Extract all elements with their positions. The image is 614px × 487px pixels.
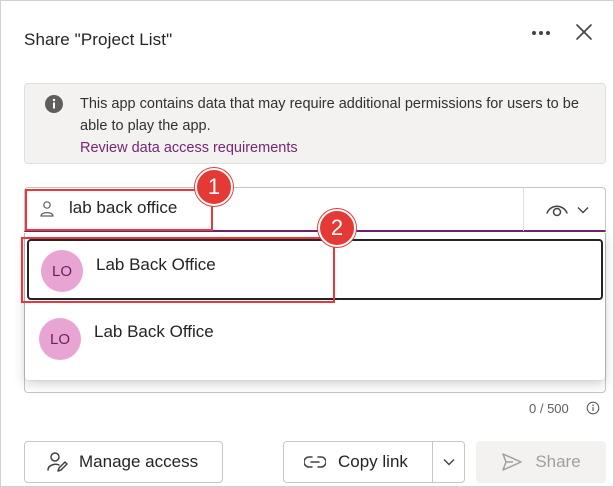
dialog-title: Share "Project List": [24, 30, 173, 49]
people-picker[interactable]: [24, 187, 606, 232]
review-data-access-link[interactable]: Review data access requirements: [80, 137, 590, 159]
callout-badge-1: 1: [195, 168, 233, 206]
close-icon: [576, 24, 592, 40]
suggestion-name: Lab Back Office: [94, 322, 214, 341]
suggestion-name: Lab Back Office: [96, 255, 216, 274]
info-icon: [45, 95, 63, 113]
eye-icon: [546, 205, 568, 217]
copy-link-button[interactable]: Copy link: [283, 441, 433, 483]
share-dialog: Share "Project List" This app contains d…: [0, 0, 614, 487]
more-options-button[interactable]: [527, 21, 555, 45]
callout-badge-2: 2: [318, 209, 356, 247]
chevron-down-icon: [577, 207, 589, 214]
person-edit-icon: [47, 452, 68, 472]
permissions-info-banner: This app contains data that may require …: [24, 83, 606, 164]
permission-dropdown-button[interactable]: [533, 196, 601, 224]
send-icon: [502, 453, 523, 471]
people-search-input[interactable]: [69, 198, 219, 218]
manage-access-button[interactable]: Manage access: [24, 441, 223, 483]
permission-divider: [523, 188, 524, 231]
copy-link-options-button[interactable]: [432, 441, 465, 483]
info-small-icon: [586, 401, 600, 415]
person-icon: [40, 201, 54, 217]
share-label: Share: [535, 452, 581, 471]
info-message: This app contains data that may require …: [80, 93, 590, 159]
copy-link-label: Copy link: [338, 452, 408, 471]
info-text: This app contains data that may require …: [80, 96, 579, 134]
link-icon: [304, 456, 326, 468]
chevron-down-icon: [443, 459, 454, 466]
suggestion-item[interactable]: LO Lab Back Office: [25, 307, 605, 371]
character-counter: 0 / 500: [529, 401, 569, 416]
manage-access-label: Manage access: [79, 452, 199, 471]
more-horizontal-icon: [532, 31, 550, 35]
avatar: LO: [39, 318, 81, 360]
avatar: LO: [41, 250, 83, 292]
suggestion-item[interactable]: LO Lab Back Office: [27, 239, 603, 300]
suggestions-dropdown: LO Lab Back Office LO Lab Back Office: [25, 232, 605, 380]
close-button[interactable]: [571, 19, 597, 45]
share-button[interactable]: Share: [476, 441, 606, 483]
